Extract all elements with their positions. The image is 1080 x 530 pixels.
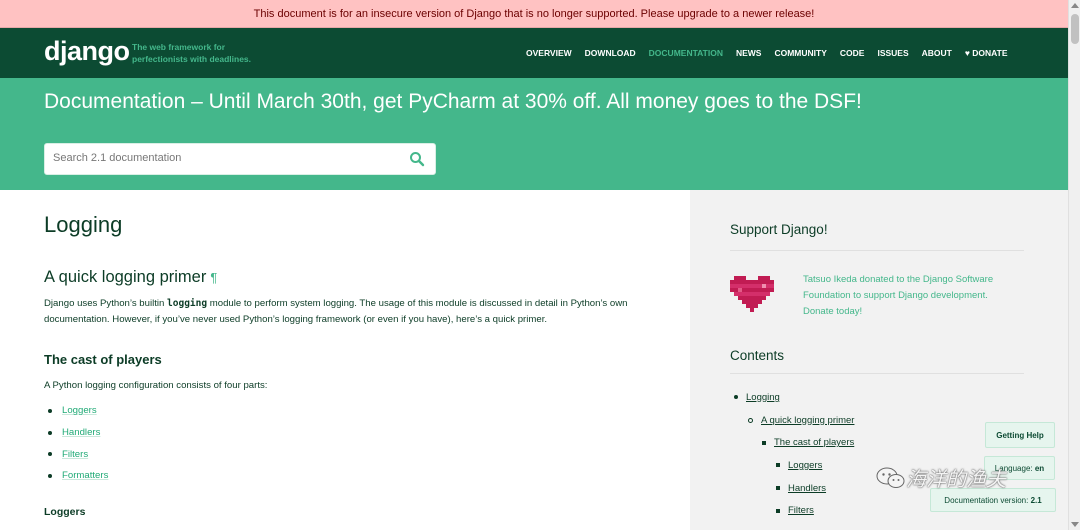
main-nav: OVERVIEW DOWNLOAD DOCUMENTATION NEWS COM… (526, 28, 1021, 78)
toc-loggers[interactable]: Loggers (788, 460, 822, 471)
toc-cast[interactable]: The cast of players (774, 437, 854, 448)
list-item: Filters (44, 443, 108, 465)
section-title-text: A quick logging primer (44, 268, 207, 286)
list-item: Formatters (44, 465, 108, 487)
nav-community[interactable]: COMMUNITY (774, 48, 826, 58)
nav-code[interactable]: CODE (840, 48, 865, 58)
loggers-heading: Loggers (44, 506, 86, 518)
link-loggers[interactable]: Loggers (62, 405, 97, 416)
insecure-version-warning: This document is for an insecure version… (0, 0, 1068, 28)
bullet (776, 463, 780, 468)
page-title: Logging (44, 212, 123, 237)
donor-message[interactable]: Tatsuo Ikeda donated to the Django Softw… (803, 272, 1008, 320)
banner-title[interactable]: Documentation – Until March 30th, get Py… (44, 90, 862, 114)
bullet (734, 395, 738, 400)
getting-help-button[interactable]: Getting Help (985, 422, 1055, 448)
nav-about[interactable]: ABOUT (922, 48, 952, 58)
intro-paragraph: Django uses Python’s builtin logging mod… (44, 296, 654, 328)
section-title: A quick logging primer ¶ (44, 268, 217, 287)
version-value: 2.1 (1030, 495, 1042, 505)
bullet (776, 508, 780, 513)
cast-list: Loggers Handlers Filters Formatters (44, 400, 108, 487)
watermark-text: 海洋的渔夫 (906, 467, 1006, 491)
logging-code: logging (167, 298, 208, 309)
scroll-up-icon[interactable] (1071, 3, 1079, 8)
intro-text-before: Django uses Python’s builtin (44, 298, 168, 309)
tagline: The web framework for perfectionists wit… (132, 42, 252, 64)
main-content: Logging A quick logging primer ¶ Django u… (0, 190, 690, 530)
bullet (776, 486, 780, 491)
search-icon[interactable] (409, 151, 425, 167)
toc-item: Logging (734, 386, 854, 409)
search-input[interactable] (53, 152, 393, 164)
toc-quick-primer[interactable]: A quick logging primer (761, 415, 854, 426)
top-navigation: django The web framework for perfectioni… (0, 28, 1068, 78)
toc-item: Handlers (776, 477, 854, 500)
contents-title: Contents (730, 348, 785, 363)
heart-icon (730, 276, 774, 312)
version-label: Documentation version: (944, 495, 1029, 505)
toc-handlers[interactable]: Handlers (788, 483, 826, 494)
list-item: Loggers (44, 400, 108, 422)
permalink[interactable]: ¶ (210, 270, 217, 285)
toc-item: Filters (776, 499, 854, 522)
search-box (44, 143, 436, 175)
link-formatters[interactable]: Formatters (62, 470, 108, 481)
divider (730, 373, 1024, 374)
nav-overview[interactable]: OVERVIEW (526, 48, 572, 58)
scroll-down-icon[interactable] (1071, 522, 1079, 527)
link-handlers[interactable]: Handlers (62, 427, 100, 438)
language-value: en (1034, 463, 1045, 473)
nav-download[interactable]: DOWNLOAD (585, 48, 636, 58)
toc-item: The cast of players (762, 431, 854, 454)
divider (730, 250, 1024, 251)
list-item: Handlers (44, 422, 108, 444)
nav-issues[interactable]: ISSUES (877, 48, 908, 58)
support-title: Support Django! (730, 222, 828, 237)
nav-news[interactable]: NEWS (736, 48, 762, 58)
toc-list: Logging A quick logging primer The cast … (734, 386, 854, 522)
nav-donate[interactable]: ♥ DONATE (965, 48, 1008, 58)
link-filters[interactable]: Filters (62, 449, 88, 460)
cast-heading: The cast of players (44, 352, 162, 367)
wechat-icon (876, 467, 905, 488)
toc-item: A quick logging primer (748, 409, 854, 432)
nav-documentation[interactable]: DOCUMENTATION (649, 48, 723, 58)
bullet (762, 440, 766, 445)
django-logo[interactable]: django (44, 36, 130, 67)
scroll-thumb[interactable] (1071, 14, 1079, 44)
toc-filters[interactable]: Filters (788, 505, 814, 516)
toc-logging[interactable]: Logging (746, 392, 780, 403)
toc-item: Loggers (776, 454, 854, 477)
bullet (748, 417, 753, 423)
documentation-banner: Documentation – Until March 30th, get Py… (0, 78, 1068, 190)
watermark: 海洋的渔夫 (876, 463, 1006, 492)
vertical-scrollbar[interactable] (1068, 0, 1080, 530)
cast-intro: A Python logging configuration consists … (44, 380, 268, 391)
